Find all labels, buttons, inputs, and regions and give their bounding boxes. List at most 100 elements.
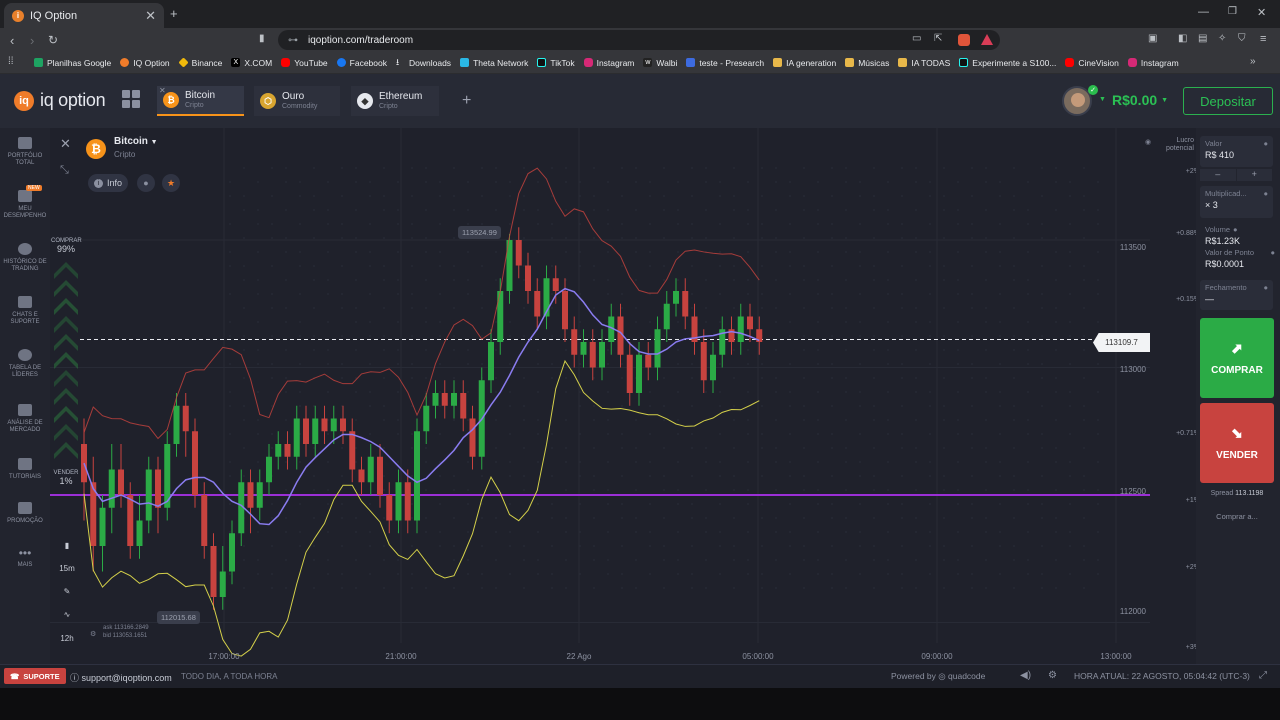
asset-header[interactable]: ₿ Bitcoin ▼ Cripto	[86, 136, 158, 159]
buy-button[interactable]: ⬈ COMPRAR	[1200, 318, 1274, 398]
close-window-icon[interactable]: ✕	[1257, 6, 1266, 19]
price-chart[interactable]: 113500 113000 112500 112000 +2% +0.88% +…	[50, 128, 1200, 664]
settings-gear-icon[interactable]: ⚙	[1048, 670, 1057, 681]
bookmark-folder[interactable]: IA TODAS	[898, 58, 950, 68]
menu-icon[interactable]: ≡	[1260, 33, 1266, 45]
asset-tab-bitcoin[interactable]: ₿ Bitcoin Cripto	[157, 86, 244, 116]
add-asset-tab-icon[interactable]: +	[462, 92, 471, 110]
brave-rewards-icon[interactable]	[981, 34, 993, 45]
url-field[interactable]: ⊶ iqoption.com/traderoom	[278, 30, 1000, 50]
brave-shield-icon[interactable]	[958, 34, 970, 46]
balance-display[interactable]: R$0.00 ▼	[1112, 92, 1168, 108]
close-chart-icon[interactable]: ✕	[60, 136, 71, 152]
more-bookmarks-icon[interactable]: »	[1250, 56, 1256, 67]
map-dot	[523, 265, 525, 267]
bookmark-item[interactable]: IQ Option	[120, 58, 170, 68]
minimize-icon[interactable]: —	[1198, 6, 1209, 18]
info-icon[interactable]: ●	[1263, 189, 1268, 198]
increase-button[interactable]: +	[1236, 169, 1272, 181]
bookmark-item[interactable]: teste - Presearch	[686, 58, 764, 68]
timeframe-button[interactable]: 15m	[58, 560, 76, 576]
bookmark-item[interactable]: Facebook	[336, 58, 387, 68]
sell-button[interactable]: ⬊ VENDER	[1200, 403, 1274, 483]
map-dot	[1041, 433, 1043, 435]
bookmark-item[interactable]: Instagram	[1127, 58, 1179, 68]
iqoption-logo[interactable]: iq iq option	[14, 90, 106, 111]
maximize-icon[interactable]: ❐	[1228, 6, 1237, 17]
decrease-button[interactable]: –	[1200, 169, 1236, 181]
apps-grid-icon[interactable]: ⁞⁞	[8, 56, 14, 67]
buy-at-button[interactable]: Comprar a...	[1200, 512, 1274, 521]
draw-pencil-icon[interactable]: ✎	[58, 583, 76, 599]
new-tab-icon[interactable]: +	[170, 6, 178, 21]
extension-icon[interactable]: ▣	[1148, 33, 1157, 44]
asset-name[interactable]: Bitcoin ▼	[114, 136, 158, 147]
cast-icon[interactable]: ▭	[912, 33, 921, 44]
sidebar-item-desempenho[interactable]: MEU DESEMPENHO	[0, 190, 50, 220]
bookmark-item[interactable]: Binance	[178, 57, 222, 68]
bookmark-item[interactable]: ⭳ Downloads	[396, 58, 451, 68]
range-button[interactable]: 12h	[58, 630, 76, 646]
map-dot	[1083, 335, 1085, 337]
bookmark-item[interactable]: X X.COM	[231, 58, 272, 68]
support-button[interactable]: ☎ SUPORTE	[4, 668, 66, 684]
fullscreen-icon[interactable]: ⤢	[1259, 670, 1267, 681]
info-icon[interactable]: ●	[1233, 225, 1238, 234]
multiplier-field[interactable]: Multiplicad... ● × 3	[1200, 186, 1273, 218]
amount-field[interactable]: Valor ● R$ 410	[1200, 136, 1273, 167]
alert-bell-icon[interactable]: ●	[137, 174, 155, 192]
lucro-info-icon[interactable]: ◉	[1145, 138, 1151, 146]
sidebar-item-tutoriais[interactable]: TUTORIAIS	[0, 458, 50, 481]
settings-dot-icon[interactable]: ⚙	[90, 630, 96, 638]
vpn-icon[interactable]: ⛉	[1238, 33, 1246, 44]
asset-tab-ouro[interactable]: ⬡ Ouro Commodity	[254, 86, 340, 116]
site-info-icon[interactable]: ⊶	[288, 35, 298, 46]
indicators-icon[interactable]: ∿	[58, 606, 76, 622]
close-at-field[interactable]: Fechamento ● —	[1200, 280, 1273, 310]
forward-icon[interactable]: ›	[30, 33, 34, 48]
close-asset-tab-icon[interactable]: ✕	[159, 86, 166, 95]
back-icon[interactable]: ‹	[10, 33, 14, 48]
sidebar-item-portfolio[interactable]: PORTFÓLIO TOTAL	[0, 137, 50, 167]
info-icon[interactable]: ●	[1263, 139, 1268, 148]
info-icon[interactable]: ●	[1270, 248, 1275, 257]
info-icon[interactable]: ●	[1263, 283, 1268, 292]
avatar-dropdown-icon[interactable]: ▼	[1099, 96, 1106, 103]
sidebar-item-lideres[interactable]: TABELA DE LÍDERES	[0, 349, 50, 379]
bookmark-folder[interactable]: IA generation	[773, 58, 836, 68]
bookmark-item[interactable]: Instagram	[583, 58, 634, 68]
sidebar-toggle-icon[interactable]: ◧	[1178, 33, 1187, 44]
close-tab-icon[interactable]: ✕	[145, 8, 156, 24]
chart-type-icon[interactable]: ▮	[58, 537, 76, 553]
bookmark-item[interactable]: Planilhas Google	[34, 58, 111, 68]
bookmark-item[interactable]: TikTok	[537, 58, 575, 68]
bookmark-item[interactable]: Theta Network	[460, 58, 528, 68]
bookmark-folder[interactable]: Músicas	[845, 58, 889, 68]
sidebar-item-promocao[interactable]: PROMOÇÃO	[0, 502, 50, 525]
share-icon[interactable]: ⇱	[934, 33, 942, 44]
bookmark-item[interactable]: w Walbi	[643, 58, 677, 68]
bookmark-icon[interactable]: ▮	[259, 33, 265, 44]
sidebar-item-historico[interactable]: HISTÓRICO DE TRADING	[0, 243, 50, 273]
favorite-star-icon[interactable]: ★	[162, 174, 180, 192]
browser-tab[interactable]: i IQ Option ✕	[4, 3, 164, 28]
support-email-link[interactable]: ⓘ support@iqoption.com	[70, 671, 172, 684]
asset-tab-ethereum[interactable]: ◆ Ethereum Cripto	[351, 86, 439, 116]
info-button[interactable]: i Info	[88, 174, 129, 192]
sidebar-item-chats[interactable]: CHATS E SUPORTE	[0, 296, 50, 326]
assets-grid-icon[interactable]	[122, 90, 140, 108]
volume-icon[interactable]: ◀)	[1020, 670, 1031, 681]
bookmark-item[interactable]: YouTube	[281, 58, 328, 68]
sidebar-item-analise[interactable]: ANÁLISE DE MERCADO	[0, 404, 50, 434]
puzzle-icon[interactable]: ✧	[1218, 33, 1226, 44]
expand-icon[interactable]: ⤡	[60, 164, 69, 177]
bookmark-item[interactable]: Experimente a S100...	[959, 58, 1056, 68]
sidebar-item-mais[interactable]: ••• MAIS	[0, 547, 50, 569]
wallet-icon[interactable]: ▤	[1198, 33, 1207, 44]
deposit-button[interactable]: Depositar	[1183, 87, 1273, 115]
bookmark-item[interactable]: CineVision	[1065, 58, 1119, 68]
x-tick-label: 21:00:00	[385, 652, 417, 661]
reload-icon[interactable]: ↻	[48, 33, 58, 47]
chart-canvas[interactable]	[50, 128, 1200, 664]
map-dot	[1055, 251, 1057, 253]
